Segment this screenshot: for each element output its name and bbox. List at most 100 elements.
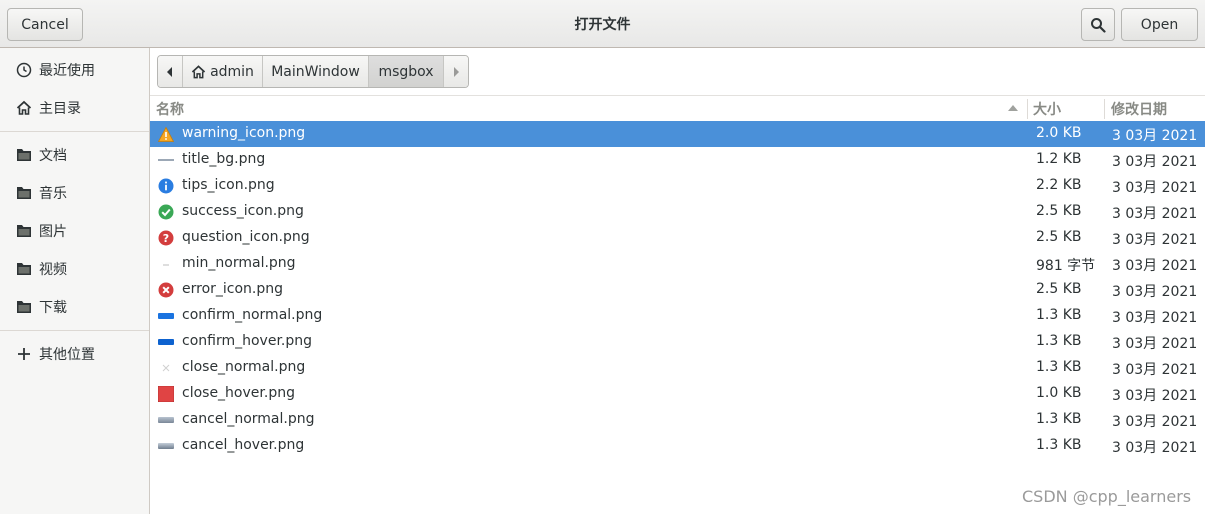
file-row[interactable]: min_normal.png 981 字节 3 03月 2021 xyxy=(150,251,1205,277)
blue-button-thumbnail-icon xyxy=(158,308,174,324)
file-size: 1.3 KB xyxy=(1036,307,1082,323)
sidebar-item-documents[interactable]: 文档 xyxy=(0,139,149,171)
column-header-name[interactable]: 名称 xyxy=(156,99,184,119)
line-thumbnail-icon xyxy=(158,152,174,168)
path-segment-label: msgbox xyxy=(378,63,434,80)
file-date: 3 03月 2021 xyxy=(1112,336,1198,352)
sidebar-item-music[interactable]: 音乐 xyxy=(0,177,149,209)
file-date: 3 03月 2021 xyxy=(1112,284,1198,300)
path-segment-label: admin xyxy=(210,63,254,80)
home-icon xyxy=(191,64,206,78)
blue-button-thumbnail-icon xyxy=(158,334,174,350)
file-date: 3 03月 2021 xyxy=(1112,154,1198,170)
folder-icon xyxy=(15,222,33,240)
file-name: tips_icon.png xyxy=(182,177,275,193)
sidebar-item-videos[interactable]: 视频 xyxy=(0,253,149,285)
file-date: 3 03月 2021 xyxy=(1112,310,1198,326)
path-segment-admin[interactable]: admin xyxy=(183,56,263,87)
file-size: 1.2 KB xyxy=(1036,151,1082,167)
sidebar-item-label: 其他位置 xyxy=(39,347,95,363)
sidebar-item-label: 音乐 xyxy=(39,186,67,202)
check-circle-icon xyxy=(158,204,174,220)
sidebar-item-label: 最近使用 xyxy=(39,63,95,79)
file-name: close_hover.png xyxy=(182,385,295,401)
file-date: 3 03月 2021 xyxy=(1112,180,1198,196)
info-icon xyxy=(158,178,174,194)
sidebar-item-home[interactable]: 主目录 xyxy=(0,92,149,124)
sidebar-item-recent[interactable]: 最近使用 xyxy=(0,54,149,86)
sidebar-item-downloads[interactable]: 下载 xyxy=(0,291,149,323)
file-name: warning_icon.png xyxy=(182,125,306,141)
file-name: title_bg.png xyxy=(182,151,266,167)
arrow-right-icon xyxy=(454,66,459,77)
warning-icon xyxy=(158,126,174,142)
search-button[interactable] xyxy=(1081,8,1115,41)
file-row[interactable]: warning_icon.png 2.0 KB 3 03月 2021 xyxy=(150,121,1205,147)
error-icon xyxy=(158,282,174,298)
file-name: close_normal.png xyxy=(182,359,306,375)
sidebar-item-label: 图片 xyxy=(39,224,67,240)
gray-button-thumbnail-icon xyxy=(158,438,174,454)
column-divider xyxy=(1104,99,1105,119)
open-button[interactable]: Open xyxy=(1121,8,1198,41)
file-row[interactable]: ? question_icon.png 2.5 KB 3 03月 2021 xyxy=(150,225,1205,251)
file-name: cancel_normal.png xyxy=(182,411,315,427)
file-row[interactable]: tips_icon.png 2.2 KB 3 03月 2021 xyxy=(150,173,1205,199)
path-segment-mainwindow[interactable]: MainWindow xyxy=(263,56,369,87)
path-back-button[interactable] xyxy=(158,56,183,87)
file-row[interactable]: confirm_normal.png 1.3 KB 3 03月 2021 xyxy=(150,303,1205,329)
column-header-size[interactable]: 大小 xyxy=(1033,99,1061,119)
sidebar-item-other-locations[interactable]: 其他位置 xyxy=(0,338,149,370)
file-row[interactable]: title_bg.png 1.2 KB 3 03月 2021 xyxy=(150,147,1205,173)
file-size: 2.5 KB xyxy=(1036,203,1082,219)
file-row[interactable]: cancel_hover.png 1.3 KB 3 03月 2021 xyxy=(150,433,1205,459)
file-name: error_icon.png xyxy=(182,281,284,297)
folder-icon xyxy=(15,260,33,278)
file-row[interactable]: success_icon.png 2.5 KB 3 03月 2021 xyxy=(150,199,1205,225)
path-segment-msgbox[interactable]: msgbox xyxy=(369,56,444,87)
file-date: 3 03月 2021 xyxy=(1112,388,1198,404)
file-date: 3 03月 2021 xyxy=(1112,414,1198,430)
folder-icon xyxy=(15,184,33,202)
path-forward-button[interactable] xyxy=(444,56,468,87)
file-size: 1.3 KB xyxy=(1036,411,1082,427)
file-date: 3 03月 2021 xyxy=(1112,206,1198,222)
file-date: 3 03月 2021 xyxy=(1112,362,1198,378)
file-row[interactable]: cancel_normal.png 1.3 KB 3 03月 2021 xyxy=(150,407,1205,433)
sidebar-item-pictures[interactable]: 图片 xyxy=(0,215,149,247)
file-size: 2.2 KB xyxy=(1036,177,1082,193)
file-row[interactable]: close_hover.png 1.0 KB 3 03月 2021 xyxy=(150,381,1205,407)
folder-icon xyxy=(15,298,33,316)
file-name: success_icon.png xyxy=(182,203,304,219)
file-date: 3 03月 2021 xyxy=(1112,258,1198,274)
dialog-title: 打开文件 xyxy=(574,17,631,33)
file-size: 2.5 KB xyxy=(1036,229,1082,245)
sort-ascending-icon xyxy=(1008,105,1018,111)
sidebar-divider xyxy=(0,330,149,331)
file-size: 981 字节 xyxy=(1036,258,1096,274)
sidebar-divider xyxy=(0,131,149,132)
file-date: 3 03月 2021 xyxy=(1112,232,1198,248)
header-bar: Cancel 打开文件 Open xyxy=(0,0,1205,48)
clock-icon xyxy=(15,61,33,79)
column-header-modified[interactable]: 修改日期 xyxy=(1111,99,1167,119)
path-bar: admin MainWindow msgbox xyxy=(157,55,469,88)
file-row[interactable]: error_icon.png 2.5 KB 3 03月 2021 xyxy=(150,277,1205,303)
file-size: 1.3 KB xyxy=(1036,333,1082,349)
sidebar-item-label: 下载 xyxy=(39,300,67,316)
file-row[interactable]: close_normal.png 1.3 KB 3 03月 2021 xyxy=(150,355,1205,381)
file-date: 3 03月 2021 xyxy=(1112,128,1198,144)
file-row[interactable]: confirm_hover.png 1.3 KB 3 03月 2021 xyxy=(150,329,1205,355)
minimize-thumbnail-icon xyxy=(158,256,174,272)
sidebar-item-label: 主目录 xyxy=(39,101,81,117)
file-size: 2.5 KB xyxy=(1036,281,1082,297)
arrow-left-icon xyxy=(167,66,172,77)
close-thumbnail-icon xyxy=(158,360,174,376)
file-name: question_icon.png xyxy=(182,229,310,245)
plus-icon xyxy=(15,345,33,363)
file-name: confirm_normal.png xyxy=(182,307,323,323)
path-segment-label: MainWindow xyxy=(271,63,360,80)
places-sidebar: 最近使用 主目录 文档 音乐 图片 视频 下载 其他位置 xyxy=(0,48,150,514)
file-name: confirm_hover.png xyxy=(182,333,313,349)
column-divider xyxy=(1027,99,1028,119)
